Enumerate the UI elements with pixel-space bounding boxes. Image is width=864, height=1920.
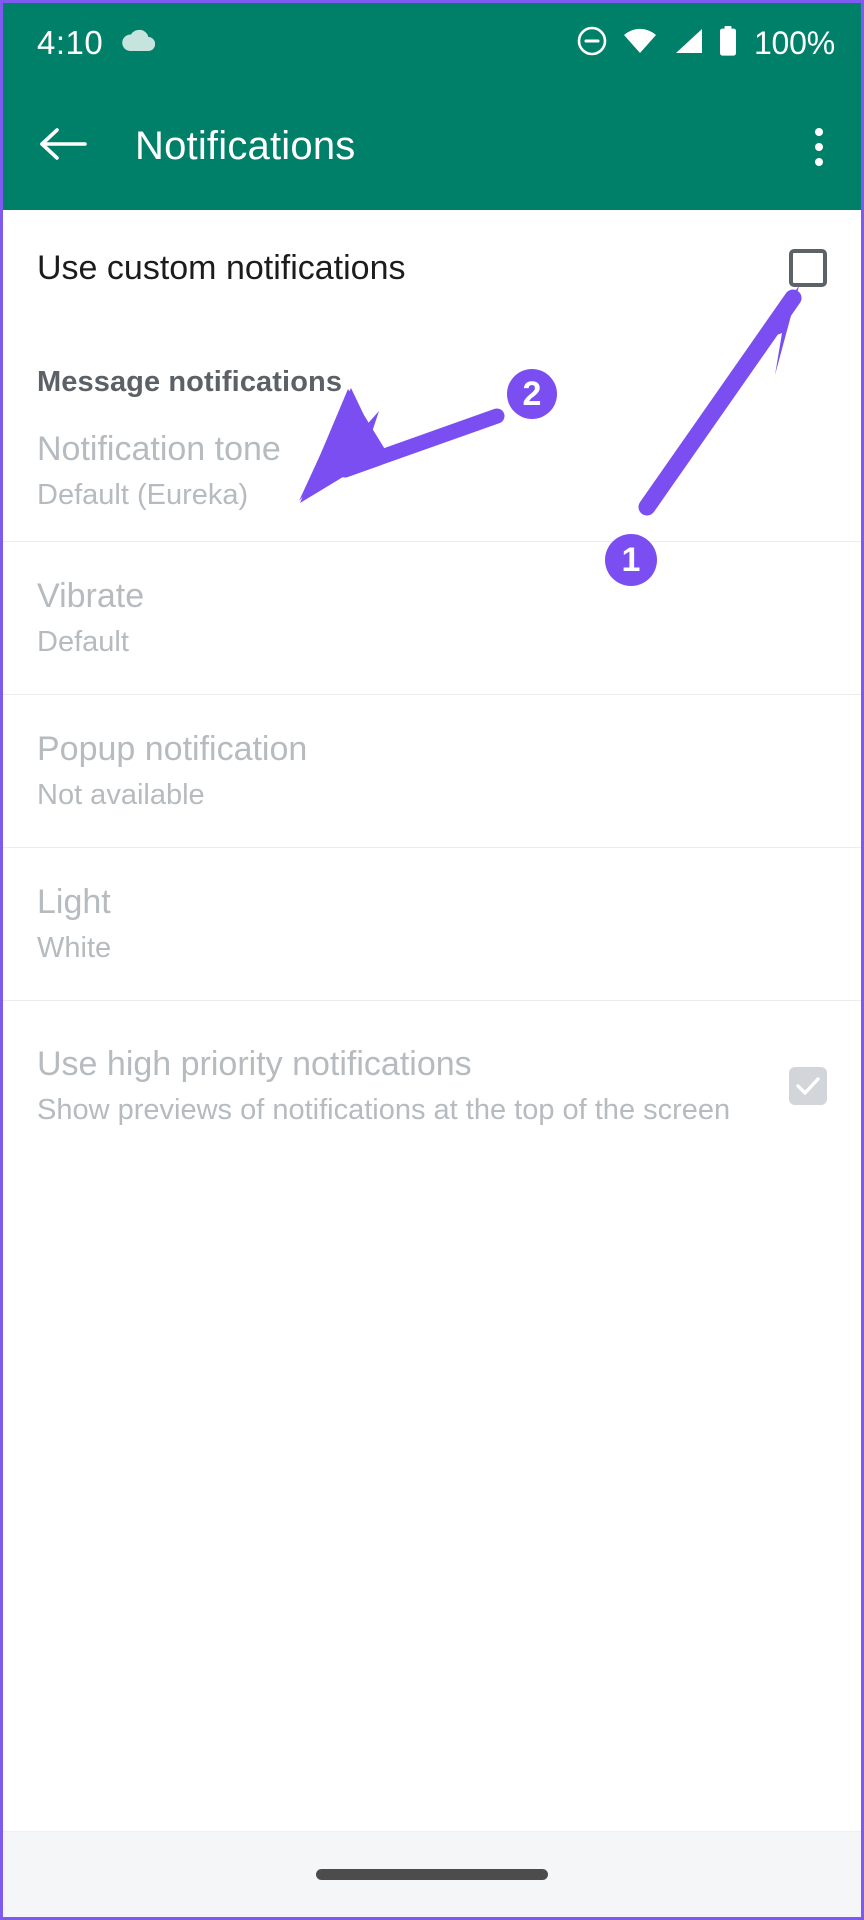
vibrate-text: Vibrate Default xyxy=(37,576,827,660)
home-gesture-pill[interactable] xyxy=(316,1869,548,1880)
kebab-dot xyxy=(815,157,823,166)
high-priority-title: Use high priority notifications xyxy=(37,1045,472,1084)
wifi-icon xyxy=(622,27,658,60)
notification-tone-subtitle: Default (Eureka) xyxy=(37,479,249,512)
popup-notification-row[interactable]: Popup notification Not available xyxy=(3,695,861,847)
arrow-back-icon[interactable] xyxy=(37,125,87,168)
use-custom-notifications-text: Use custom notifications xyxy=(37,249,789,288)
high-priority-checkbox[interactable] xyxy=(789,1067,827,1106)
popup-notification-subtitle: Not available xyxy=(37,779,205,812)
status-bar-left: 4:10 xyxy=(37,24,156,62)
high-priority-subtitle: Show previews of notifications at the to… xyxy=(37,1094,731,1127)
use-custom-notifications-checkbox[interactable] xyxy=(789,249,827,287)
battery-percent-label: 100% xyxy=(753,24,835,61)
popup-notification-title: Popup notification xyxy=(37,730,308,769)
status-bar-right: 100% xyxy=(576,25,835,62)
dnd-icon xyxy=(576,25,608,62)
check-icon xyxy=(796,1077,820,1096)
page-title: Notifications xyxy=(135,124,356,168)
use-custom-notifications-label: Use custom notifications xyxy=(37,248,406,287)
status-clock: 4:10 xyxy=(37,24,104,61)
cellular-signal-icon xyxy=(672,27,704,60)
light-text: Light White xyxy=(37,882,827,966)
phone-screen: 4:10 100% Notifications Use custom notif… xyxy=(0,0,864,1920)
notification-tone-title: Notification tone xyxy=(37,430,281,468)
light-row[interactable]: Light White xyxy=(3,848,861,1000)
use-custom-notifications-row[interactable]: Use custom notifications xyxy=(3,210,861,320)
notification-tone-row[interactable]: Notification tone Default (Eureka) xyxy=(3,399,861,541)
cloud-icon xyxy=(121,28,156,59)
popup-notification-text: Popup notification Not available xyxy=(37,729,827,813)
settings-list: Use custom notifications Message notific… xyxy=(3,210,861,1917)
section-header-message-notifications: Message notifications xyxy=(37,366,343,398)
app-bar: Notifications xyxy=(3,83,861,210)
battery-icon xyxy=(718,25,738,61)
status-bar: 4:10 100% xyxy=(3,3,861,83)
system-nav-bar xyxy=(3,1831,861,1917)
vibrate-row[interactable]: Vibrate Default xyxy=(3,542,861,694)
vibrate-subtitle: Default xyxy=(37,626,129,659)
high-priority-notifications-row[interactable]: Use high priority notifications Show pre… xyxy=(3,1001,861,1171)
high-priority-text: Use high priority notifications Show pre… xyxy=(37,1044,789,1128)
kebab-dot xyxy=(815,127,823,136)
kebab-dot xyxy=(815,142,823,151)
more-vert-icon[interactable] xyxy=(805,118,833,176)
light-title: Light xyxy=(37,883,111,922)
vibrate-title: Vibrate xyxy=(37,577,145,616)
notification-tone-text: Notification tone Default (Eureka) xyxy=(37,429,827,513)
light-subtitle: White xyxy=(37,932,112,965)
